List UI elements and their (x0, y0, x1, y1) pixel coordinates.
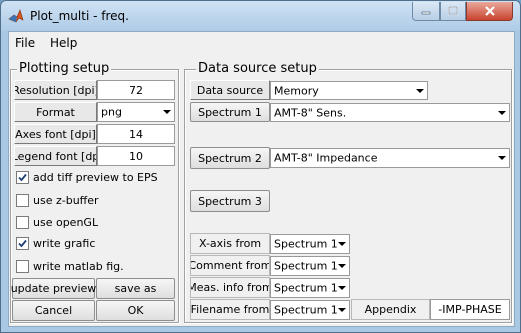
resolution-label: Resolution [dpi] (14, 80, 97, 100)
client-area: File Help Plotting setup Resolution [dpi… (8, 31, 515, 327)
checkbox-z-buffer[interactable]: use z-buffer (16, 194, 99, 207)
comment-from-label: Comment from (190, 255, 270, 276)
window-title: Plot_multi - freq. (30, 9, 129, 23)
close-button[interactable] (466, 2, 513, 21)
minimize-button[interactable] (412, 2, 440, 21)
spectrum-3-button[interactable]: Spectrum 3 (190, 190, 270, 212)
checkbox-box (16, 216, 29, 229)
resolution-field[interactable]: 72 (97, 80, 175, 100)
menu-bar: File Help (9, 32, 514, 54)
checkmark-icon (18, 239, 27, 248)
meas-info-from-select[interactable]: Spectrum 1 (270, 278, 350, 298)
spectrum-2-select[interactable]: AMT-8" Impedance (270, 148, 510, 168)
chevron-down-icon (160, 103, 174, 121)
chevron-down-icon (335, 301, 349, 319)
plotting-setup-title: Plotting setup (17, 61, 112, 76)
maximize-icon (448, 6, 458, 15)
spectrum-1-select[interactable]: AMT-8" Sens. (270, 103, 510, 122)
app-window: Plot_multi - freq. File Help Plotting se… (0, 0, 521, 333)
menu-help[interactable]: Help (50, 36, 77, 50)
x-axis-from-select[interactable]: Spectrum 1 (270, 234, 350, 254)
menu-file[interactable]: File (15, 36, 35, 50)
spectrum-1-value: AMT-8" Sens. (274, 106, 347, 119)
checkbox-tiff-preview[interactable]: add tiff preview to EPS (16, 171, 158, 184)
format-label: Format (14, 102, 97, 122)
x-axis-from-value: Spectrum 1 (274, 237, 338, 251)
checkbox-write-grafic[interactable]: write grafic (16, 237, 95, 250)
comment-from-select[interactable]: Spectrum 1 (270, 256, 350, 276)
checkbox-box (16, 237, 29, 250)
close-icon (484, 6, 495, 16)
data-source-select[interactable]: Memory (270, 81, 428, 100)
format-value: png (101, 105, 122, 119)
chevron-down-icon (335, 257, 349, 275)
cancel-button[interactable]: Cancel (12, 300, 95, 321)
spectrum-1-button[interactable]: Spectrum 1 (190, 102, 270, 122)
filename-from-select[interactable]: Spectrum 1 (270, 300, 350, 320)
checkbox-write-matlab-fig[interactable]: write matlab fig. (16, 260, 124, 273)
checkbox-label: add tiff preview to EPS (33, 171, 158, 184)
chevron-down-icon (335, 279, 349, 297)
chevron-down-icon (335, 235, 349, 253)
checkbox-opengl[interactable]: use openGL (16, 216, 98, 229)
checkbox-label: use z-buffer (33, 194, 99, 207)
maximize-button[interactable] (440, 2, 466, 21)
checkbox-label: write matlab fig. (33, 260, 124, 273)
meas-info-from-label: Meas. info from (190, 277, 270, 298)
checkbox-label: write grafic (33, 237, 96, 250)
chevron-down-icon (413, 82, 427, 99)
ok-button[interactable]: OK (96, 300, 175, 321)
filename-from-label: Filename from (190, 299, 270, 320)
legend-font-field[interactable]: 10 (97, 146, 175, 166)
filename-from-value: Spectrum 1 (274, 303, 338, 317)
checkbox-box (16, 260, 29, 273)
data-source-label: Data source (190, 80, 270, 100)
axes-font-field[interactable]: 14 (97, 124, 175, 144)
spectrum-2-value: AMT-8" Impedance (274, 151, 378, 165)
save-as-button[interactable]: save as (96, 278, 175, 299)
checkbox-label: use openGL (33, 216, 99, 229)
checkbox-box (16, 171, 29, 184)
format-select[interactable]: png (97, 102, 175, 122)
data-source-value: Memory (274, 84, 319, 97)
appendix-field[interactable]: -IMP-PHASE (430, 299, 510, 320)
x-axis-from-label: X-axis from (190, 233, 270, 254)
title-bar[interactable]: Plot_multi - freq. (1, 1, 520, 31)
data-source-title: Data source setup (196, 61, 319, 76)
checkbox-box (16, 194, 29, 207)
legend-font-label: Legend font [dp (14, 146, 97, 166)
matlab-logo-icon (8, 9, 24, 23)
spectrum-2-button[interactable]: Spectrum 2 (190, 147, 270, 169)
chevron-down-icon (495, 149, 509, 167)
update-preview-button[interactable]: update preview (11, 278, 96, 299)
checkmark-icon (18, 173, 27, 182)
minimize-icon (421, 11, 431, 15)
appendix-label: Appendix (351, 299, 430, 320)
axes-font-label: Axes font [dpi] (14, 124, 97, 144)
meas-info-from-value: Spectrum 1 (274, 281, 338, 295)
comment-from-value: Spectrum 1 (274, 259, 338, 273)
chevron-down-icon (495, 104, 509, 121)
